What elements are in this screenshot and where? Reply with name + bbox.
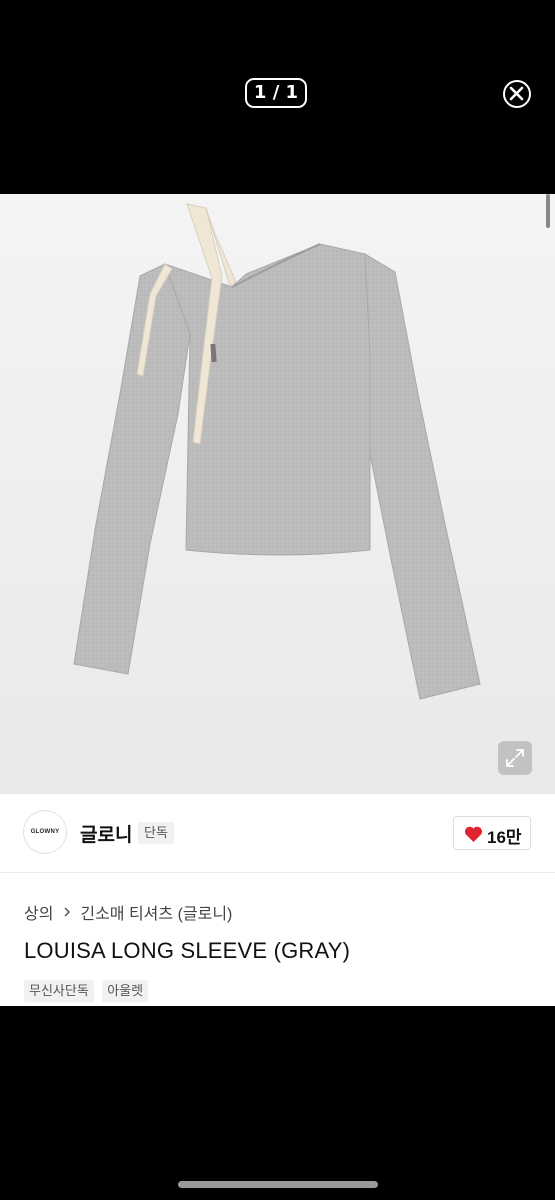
- exclusive-badge: 단독: [138, 822, 174, 844]
- home-indicator: [178, 1181, 378, 1188]
- brand-logo[interactable]: GLOWNY: [23, 810, 67, 854]
- viewer-top-bar: 1 / 1: [0, 0, 555, 194]
- breadcrumb: 상의 긴소매 티셔츠 (글로니): [24, 900, 232, 924]
- sweater-illustration: [73, 203, 481, 700]
- breadcrumb-category[interactable]: 상의: [24, 906, 53, 923]
- like-count: 16만: [487, 828, 522, 847]
- chevron-right-icon: [64, 907, 70, 917]
- image-counter: 1 / 1: [245, 78, 307, 108]
- scroll-indicator[interactable]: [546, 194, 550, 228]
- product-image[interactable]: [0, 194, 555, 794]
- expand-button[interactable]: [498, 741, 532, 775]
- tag-musinsa-exclusive: 무신사단독: [24, 980, 94, 1002]
- like-button[interactable]: 16만: [453, 816, 531, 850]
- tag-list: 무신사단독 아울렛: [24, 980, 152, 1002]
- close-button[interactable]: [503, 80, 531, 108]
- product-info-panel: GLOWNY 글로니 단독 16만 상의 긴소매 티셔츠 (글로니) LOUIS…: [0, 794, 555, 1006]
- product-title: LOUISA LONG SLEEVE (GRAY): [24, 938, 351, 963]
- tag-outlet: 아울렛: [102, 980, 149, 1002]
- heart-icon: [464, 826, 483, 842]
- brand-name[interactable]: 글로니: [80, 820, 132, 847]
- close-icon: [509, 86, 524, 101]
- breadcrumb-subcategory[interactable]: 긴소매 티셔츠 (글로니): [80, 906, 232, 923]
- brand-row: GLOWNY 글로니 단독 16만: [0, 794, 555, 873]
- expand-icon: [506, 749, 524, 767]
